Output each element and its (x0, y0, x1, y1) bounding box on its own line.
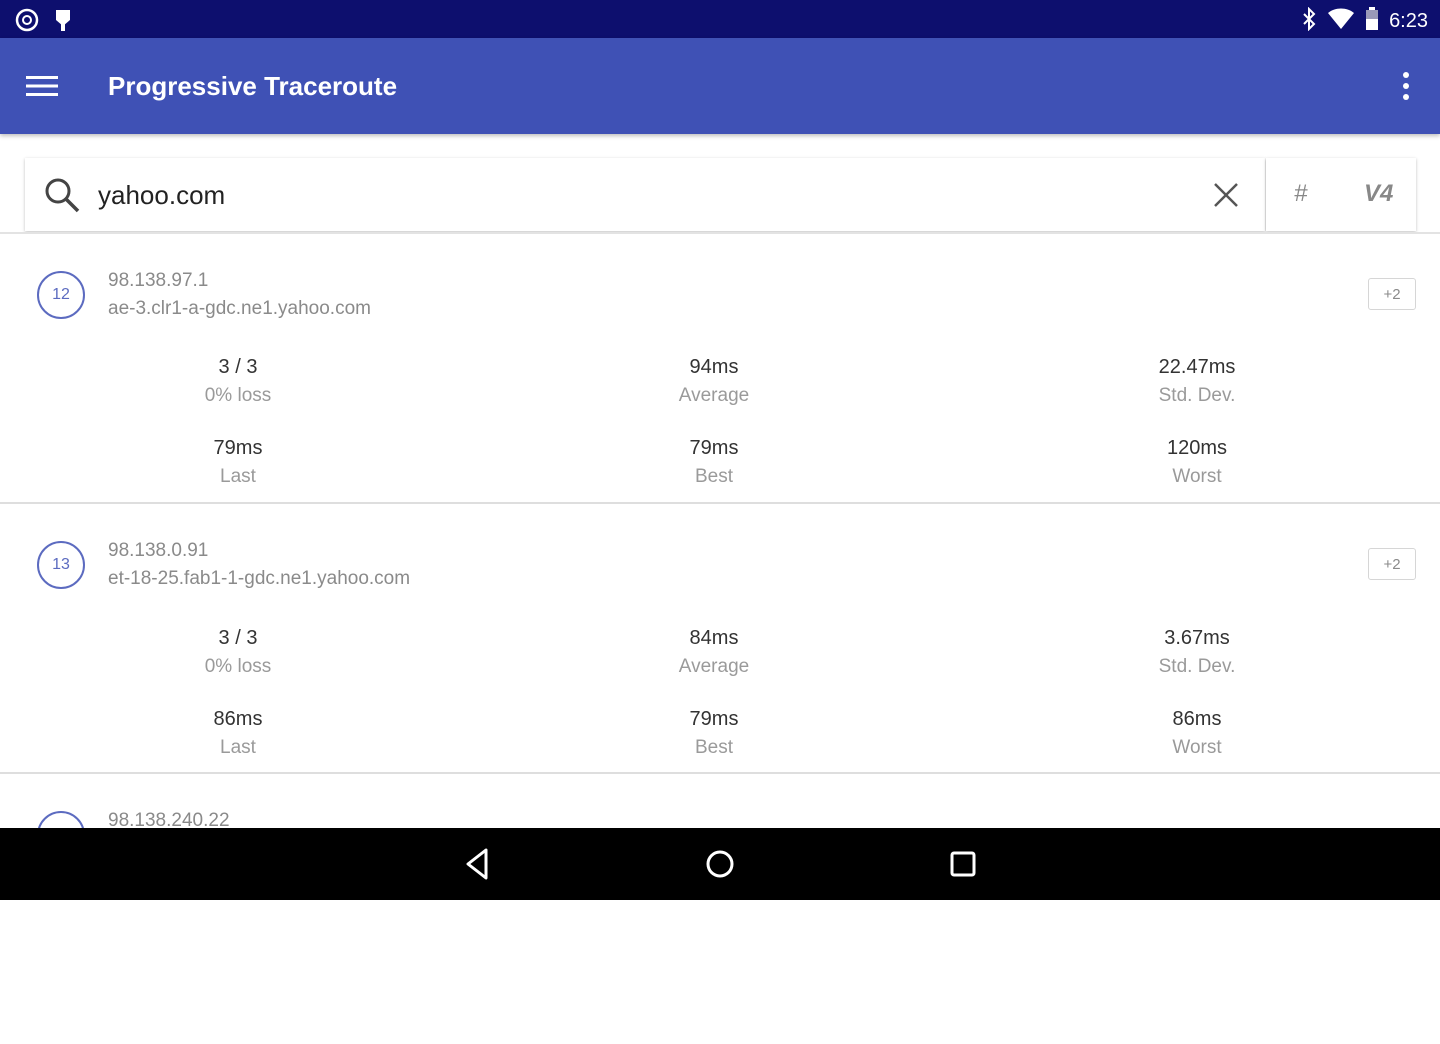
system-nav-bar (0, 828, 1440, 900)
status-time: 6:23 (1389, 10, 1428, 32)
stat-label: Average (678, 385, 750, 406)
stat-average: 94ms Average (594, 356, 834, 407)
stat-label: Worst (1172, 466, 1222, 487)
page-title: Progressive Traceroute (108, 71, 398, 101)
stat-label: 0% loss (204, 656, 272, 677)
stat-best: 79ms Best (594, 708, 834, 759)
search-box (25, 158, 1265, 231)
stat-received: 3 / 3 0% loss (118, 627, 358, 678)
hop-item[interactable]: 14 98.138.240.22 (0, 774, 1440, 1044)
trace-options: # V4 (1266, 158, 1416, 231)
hop-number-badge: 13 (37, 541, 85, 589)
back-button[interactable] (460, 846, 496, 882)
stat-label: Std. Dev. (1158, 656, 1236, 677)
app-bar: Progressive Traceroute (0, 38, 1440, 134)
ip-version-toggle-button[interactable]: V4 (1364, 180, 1393, 208)
tag-icon (52, 7, 74, 38)
hop-number-badge: 12 (37, 271, 85, 319)
hop-ip: 98.138.97.1 (108, 270, 209, 291)
clear-search-button[interactable] (1211, 180, 1241, 210)
stat-received: 3 / 3 0% loss (118, 356, 358, 407)
stat-label: Average (678, 656, 750, 677)
stat-value: 3 / 3 (218, 356, 258, 378)
search-input[interactable] (98, 178, 1178, 212)
stat-label: Worst (1172, 737, 1222, 758)
stat-worst: 120ms Worst (1077, 437, 1317, 488)
search-row: # V4 (0, 158, 1440, 234)
stat-label: Last (220, 737, 256, 758)
stat-label: Std. Dev. (1158, 385, 1236, 406)
hop-extra-hosts-button[interactable]: +2 (1368, 548, 1416, 580)
numeric-toggle-button[interactable]: # (1294, 180, 1307, 208)
stat-value: 86ms (213, 708, 263, 730)
stat-worst: 86ms Worst (1077, 708, 1317, 759)
stat-average: 84ms Average (594, 627, 834, 678)
stat-label: 0% loss (204, 385, 272, 406)
recents-icon (950, 851, 976, 877)
stat-value: 120ms (1166, 437, 1228, 459)
hop-hostname: ae-3.clr1-a-gdc.ne1.yahoo.com (108, 298, 371, 319)
back-icon (466, 848, 488, 880)
stat-label: Best (694, 737, 734, 758)
stat-value: 79ms (689, 708, 739, 730)
menu-icon (26, 76, 58, 96)
home-button[interactable] (702, 846, 738, 882)
stat-value: 22.47ms (1158, 356, 1236, 378)
stat-value: 94ms (689, 356, 739, 378)
battery-icon (1365, 7, 1379, 36)
search-icon (43, 176, 81, 214)
stat-value: 3.67ms (1164, 627, 1230, 649)
hop-item[interactable]: 12 98.138.97.1 ae-3.clr1-a-gdc.ne1.yahoo… (0, 234, 1440, 504)
stat-value: 79ms (689, 437, 739, 459)
stat-value: 84ms (689, 627, 739, 649)
status-bar-left (14, 7, 74, 38)
recents-button[interactable] (945, 846, 981, 882)
stat-std-dev: 22.47ms Std. Dev. (1077, 356, 1317, 407)
stat-last: 86ms Last (118, 708, 358, 759)
stat-value: 3 / 3 (218, 627, 258, 649)
menu-button[interactable] (26, 74, 58, 98)
stat-last: 79ms Last (118, 437, 358, 488)
stat-std-dev: 3.67ms Std. Dev. (1077, 627, 1317, 678)
hop-extra-hosts-button[interactable]: +2 (1368, 278, 1416, 310)
wifi-icon (1327, 7, 1355, 36)
hop-hostname: et-18-25.fab1-1-gdc.ne1.yahoo.com (108, 568, 411, 589)
hop-ip: 98.138.0.91 (108, 540, 209, 561)
status-bar-right: 6:23 (1301, 6, 1428, 36)
stat-label: Best (694, 466, 734, 487)
stat-best: 79ms Best (594, 437, 834, 488)
stat-value: 86ms (1172, 708, 1222, 730)
stat-value: 79ms (213, 437, 263, 459)
status-bar: 6:23 (0, 0, 1440, 38)
vpn-icon (14, 7, 40, 38)
close-icon (1214, 183, 1238, 207)
home-icon (706, 850, 734, 878)
more-options-button[interactable] (1398, 70, 1414, 102)
stat-label: Last (220, 466, 256, 487)
more-vert-icon (1403, 72, 1409, 100)
hop-item[interactable]: 13 98.138.0.91 et-18-25.fab1-1-gdc.ne1.y… (0, 504, 1440, 774)
bluetooth-icon (1301, 6, 1317, 36)
